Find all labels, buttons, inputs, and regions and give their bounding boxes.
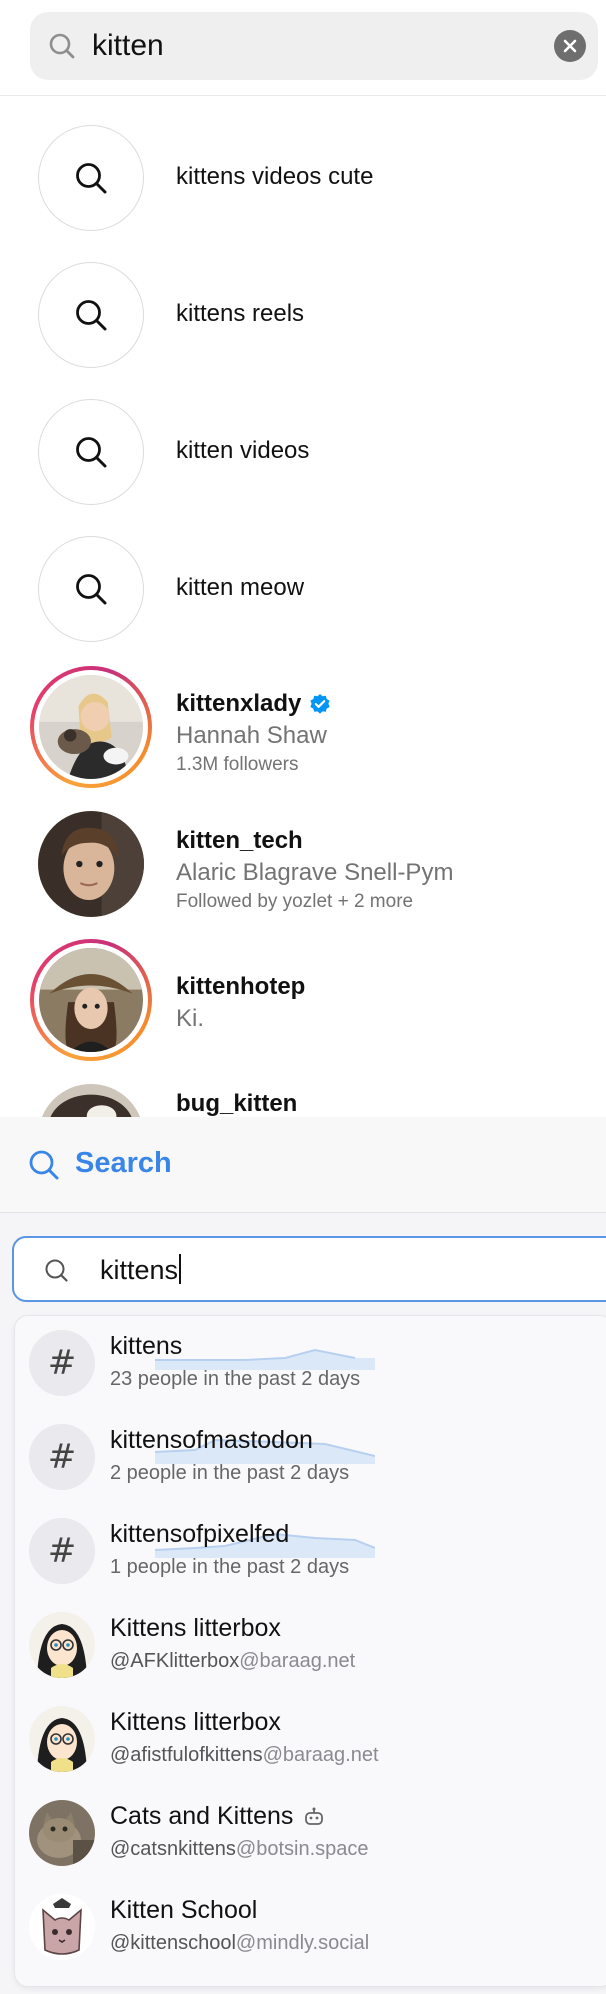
suggestion-item[interactable]: kitten videos: [38, 399, 598, 505]
search-icon: [45, 1259, 68, 1282]
hashtag-suggestion[interactable]: # kittens 23 people in the past 2 days: [15, 1318, 606, 1412]
account-suggestion[interactable]: Kittens litterbox @afistfulofkittens@bar…: [15, 1694, 606, 1788]
account-username: kitten_tech: [176, 827, 303, 854]
hashtag-name: kittensofpixelfed: [110, 1520, 290, 1548]
account-full-name: Alaric Blagrave Snell-Pym: [176, 859, 454, 886]
search-icon: [29, 1150, 59, 1180]
suggestion-label: kittens reels: [176, 300, 305, 327]
account-result[interactable]: kitten_tech Alaric Blagrave Snell-Pym Fo…: [30, 803, 600, 925]
account-display-name: Kittens litterbox: [110, 1614, 281, 1642]
account-display-name: Kitten School: [110, 1896, 258, 1924]
search-icon: [76, 163, 107, 194]
suggestion-icon-circle: [38, 536, 144, 642]
suggestion-icon-circle: [38, 262, 144, 368]
hashtag-icon: #: [29, 1424, 95, 1490]
account-display-name: Kittens litterbox: [110, 1708, 281, 1736]
search-query-text[interactable]: kitten: [92, 29, 164, 63]
avatar: [39, 948, 143, 1052]
avatar: [39, 675, 143, 779]
search-input-value[interactable]: kittens: [100, 1254, 182, 1286]
hashtag-suggestion[interactable]: # kittensofmastodon 2 people in the past…: [15, 1412, 606, 1506]
account-handle: @kittenschool@mindly.social: [110, 1932, 370, 1954]
account-handle: @catsnkittens@botsin.space: [110, 1838, 369, 1860]
account-suggestion[interactable]: Cats and Kittens @catsnkittens@botsin.sp…: [15, 1788, 606, 1882]
suggestion-label: kitten videos: [176, 437, 310, 464]
search-input[interactable]: kittens: [12, 1236, 606, 1302]
account-meta: 1.3M followers: [176, 754, 299, 775]
hashtag-stats: 1 people in the past 2 days: [110, 1556, 350, 1578]
suggestion-item[interactable]: kittens reels: [38, 262, 598, 368]
search-icon: [76, 437, 107, 468]
avatar: [38, 1084, 144, 1117]
page-title: Search: [75, 1147, 172, 1179]
hashtag-stats: 23 people in the past 2 days: [110, 1368, 361, 1390]
suggestion-label: kittens videos cute: [176, 163, 374, 190]
account-username: bug_kitten: [176, 1090, 298, 1117]
account-username-row: kittenxlady: [176, 690, 331, 718]
account-result[interactable]: bug_kitten: [30, 1076, 600, 1117]
account-result[interactable]: kittenxlady Hannah Shaw 1.3M followers: [30, 666, 600, 788]
account-display-name: Cats and Kittens: [110, 1802, 294, 1830]
suggestion-item[interactable]: kitten meow: [38, 536, 598, 642]
hashtag-stats: 2 people in the past 2 days: [110, 1462, 350, 1484]
clear-icon: [563, 39, 577, 53]
verified-icon: [310, 694, 330, 714]
avatar: [29, 1612, 95, 1678]
instagram-search-screen: kitten kittens videos cute kittens reels: [0, 0, 606, 1117]
search-icon: [76, 574, 107, 605]
search-icon: [49, 33, 75, 59]
trend-sparkline: [155, 1348, 375, 1370]
account-display-name-row: Cats and Kittens: [110, 1802, 325, 1831]
hashtag-suggestion[interactable]: # kittensofpixelfed 1 people in the past…: [15, 1506, 606, 1600]
suggestion-label: kitten meow: [176, 574, 305, 601]
divider: [0, 95, 606, 96]
story-ring[interactable]: [30, 666, 152, 788]
suggestion-item[interactable]: kittens videos cute: [38, 125, 598, 231]
account-full-name: Hannah Shaw: [176, 722, 327, 749]
account-suggestion[interactable]: Kitten School @kittenschool@mindly.socia…: [15, 1882, 606, 1976]
hashtag-icon: #: [29, 1518, 95, 1584]
account-result[interactable]: kittenhotep Ki.: [30, 939, 600, 1061]
account-meta: Followed by yozlet + 2 more: [176, 891, 414, 912]
story-ring[interactable]: [30, 939, 152, 1061]
account-handle: @AFKlitterbox@baraag.net: [110, 1650, 356, 1672]
avatar: [29, 1800, 95, 1866]
account-handle: @afistfulofkittens@baraag.net: [110, 1744, 379, 1766]
hashtag-name: kittensofmastodon: [110, 1426, 313, 1454]
account-username: kittenhotep: [176, 973, 306, 1000]
account-suggestion[interactable]: Kittens litterbox @AFKlitterbox@baraag.n…: [15, 1600, 606, 1694]
suggestion-icon-circle: [38, 399, 144, 505]
avatar: [29, 1894, 95, 1960]
avatar: [29, 1706, 95, 1772]
suggestion-icon-circle: [38, 125, 144, 231]
text-caret: [179, 1254, 182, 1284]
search-suggestions-dropdown: # kittens 23 people in the past 2 days #…: [14, 1315, 606, 1987]
clear-search-button[interactable]: [554, 30, 586, 62]
search-header: Search: [0, 1117, 606, 1213]
mastodon-search-panel: Search kittens # kittens 23 people in th…: [0, 1117, 606, 1994]
search-icon: [76, 300, 107, 331]
account-full-name: Ki.: [176, 1005, 205, 1032]
hashtag-icon: #: [29, 1330, 95, 1396]
search-bar[interactable]: kitten: [30, 12, 598, 80]
hashtag-name: kittens: [110, 1332, 183, 1360]
avatar: [38, 811, 144, 917]
bot-icon: [305, 1807, 324, 1825]
account-username: kittenxlady: [176, 690, 302, 717]
